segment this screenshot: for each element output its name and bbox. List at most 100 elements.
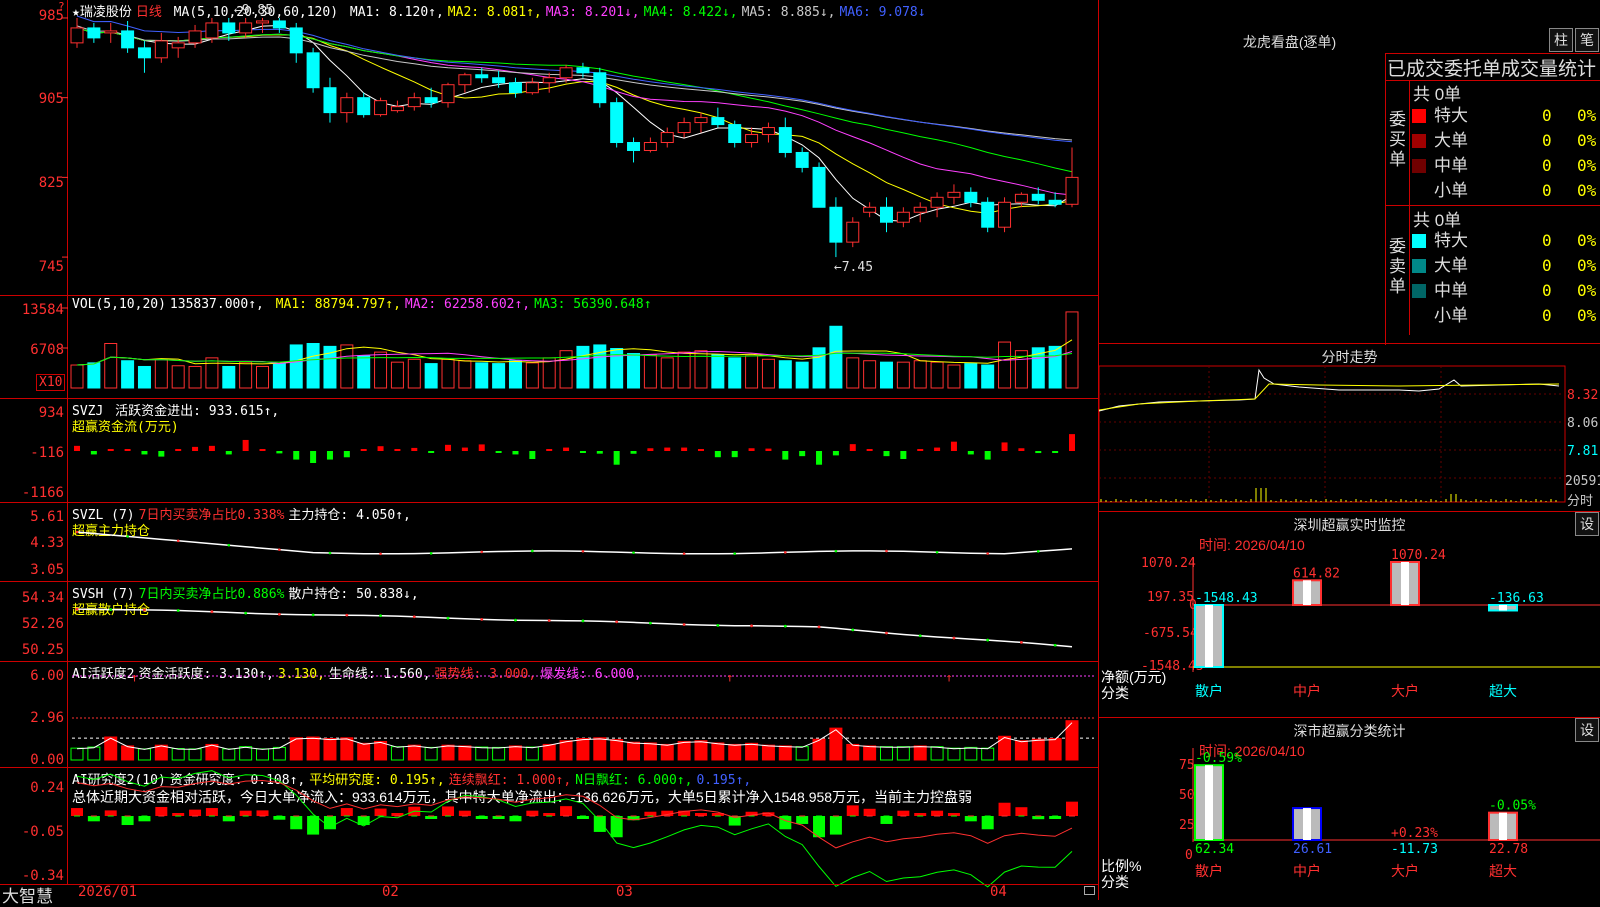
longhu-row: 中单 0 0% [1412,154,1596,178]
flow-bar [495,451,502,453]
position-dot [126,535,129,538]
research-bar [964,816,977,822]
position-dot [1036,550,1040,553]
price-chart[interactable]: ←9.85 ←7.45? [0,0,1098,296]
flow-bar [748,448,755,451]
activity-bar [390,746,404,761]
activity-bar [610,739,624,761]
longhu-row-label: 大单 [1434,131,1468,150]
ma-line-1 [76,24,1073,222]
volume-chart[interactable] [0,296,1098,399]
volume-bar [239,361,253,389]
longhu-row: 大单 0 0% [1412,129,1596,153]
svzj-chart[interactable] [0,399,1098,503]
fenshi-frame [1098,365,1566,503]
candle [87,27,101,39]
lock-icon[interactable] [1084,886,1095,895]
monitor-chart[interactable]: -1548.43 散户 614.82 中户 1070.24 大户 -136.63 超大 [1099,512,1600,718]
ai2-chart[interactable] [0,768,1098,888]
position-dot [277,612,281,616]
flow-bar [445,444,452,451]
activity-bar [441,744,455,761]
category-label: 中户 [1293,683,1321,699]
volume-bar [256,365,270,389]
volume-bar [424,363,438,389]
category-label: 散户 [1195,683,1223,699]
stroke-mode-button[interactable]: 笔 [1575,28,1599,52]
candle [374,100,388,116]
classify-chart[interactable]: -0.59% 62.34 散户 26.61 中户 +0.23%-11.73 大户 -0.05%… [1099,718,1600,900]
longhu-divider [1409,80,1410,335]
research-bar [307,816,320,835]
activity-bar [458,745,472,761]
volume-bar [441,358,455,389]
flow-bar [546,449,553,451]
activity-bar [576,738,590,761]
fenshi-chart[interactable] [1098,344,1600,512]
longhu-row-percent: 0% [1577,106,1597,125]
flow-bar [984,451,991,460]
research-bar [796,816,809,824]
volume-bar [745,355,759,389]
position-dot [716,624,720,627]
volume-bar [812,347,826,389]
flow-bar [697,449,704,451]
volume-bar [205,357,219,389]
activity-bar [778,745,792,761]
candle [357,97,371,116]
research-bar [239,810,252,816]
candle [306,52,320,89]
activity-bar [694,740,708,761]
longhu-row: 大单 0 0% [1412,254,1596,278]
position-dot [918,634,922,638]
color-swatch [1412,159,1426,173]
date-axis: 大智慧 2026/01 02 03 04 [0,884,1098,906]
activity-bar [323,738,337,761]
flow-bar [394,449,401,451]
svzl-chart[interactable] [0,503,1098,582]
category-label: 大户 [1391,683,1419,699]
research-bar [1015,807,1028,816]
flow-bar [512,451,519,455]
candle [694,117,708,124]
research-bar [138,816,151,822]
longhu-row-value: 0 [1542,306,1552,325]
research-bar [644,811,657,816]
candle [711,117,725,126]
longhu-row-label: 特大 [1434,231,1468,250]
research-bar [104,810,117,816]
longhu-row-label: 中单 [1434,156,1468,175]
net-bar-label: 614.82 [1293,566,1340,581]
research-bar [981,816,994,830]
candle [492,77,506,84]
longhu-row: 小单 0 0% [1412,179,1596,203]
net-bar-label: -1548.43 [1195,591,1258,606]
net-bar-highlight [1401,562,1409,605]
position-dot [345,613,349,617]
candle [70,27,84,44]
color-swatch [1412,134,1426,148]
svsh-chart[interactable] [0,582,1098,662]
position-dot [328,551,332,555]
position-dot [480,618,484,621]
brand-logo: 大智慧 [2,887,53,906]
longhu-row: 特大 0 0% [1412,104,1596,128]
flow-bar [343,451,350,458]
activity-bar [913,745,927,761]
bar-mode-button[interactable]: 柱 [1549,28,1573,52]
candle [154,40,168,59]
volume-bar [357,355,371,389]
volume-bar [87,362,101,389]
position-dot [632,551,635,554]
activity-bar [896,746,910,761]
activity-bar [340,737,354,761]
activity-bar [121,745,135,761]
activity-line [76,722,1073,750]
price-panel: ★瑞凌股份 日线 MA(5,10,20,30,60,120) MA1: 8.120… [0,0,1098,296]
net-bar-label: 1070.24 [1391,548,1446,563]
longhu-row-label: 小单 [1434,181,1468,200]
position-dot [885,631,888,635]
candle [728,124,742,144]
ai1-chart[interactable]: ↑ ↑ ↑ [0,662,1098,768]
activity-bar [846,743,860,761]
